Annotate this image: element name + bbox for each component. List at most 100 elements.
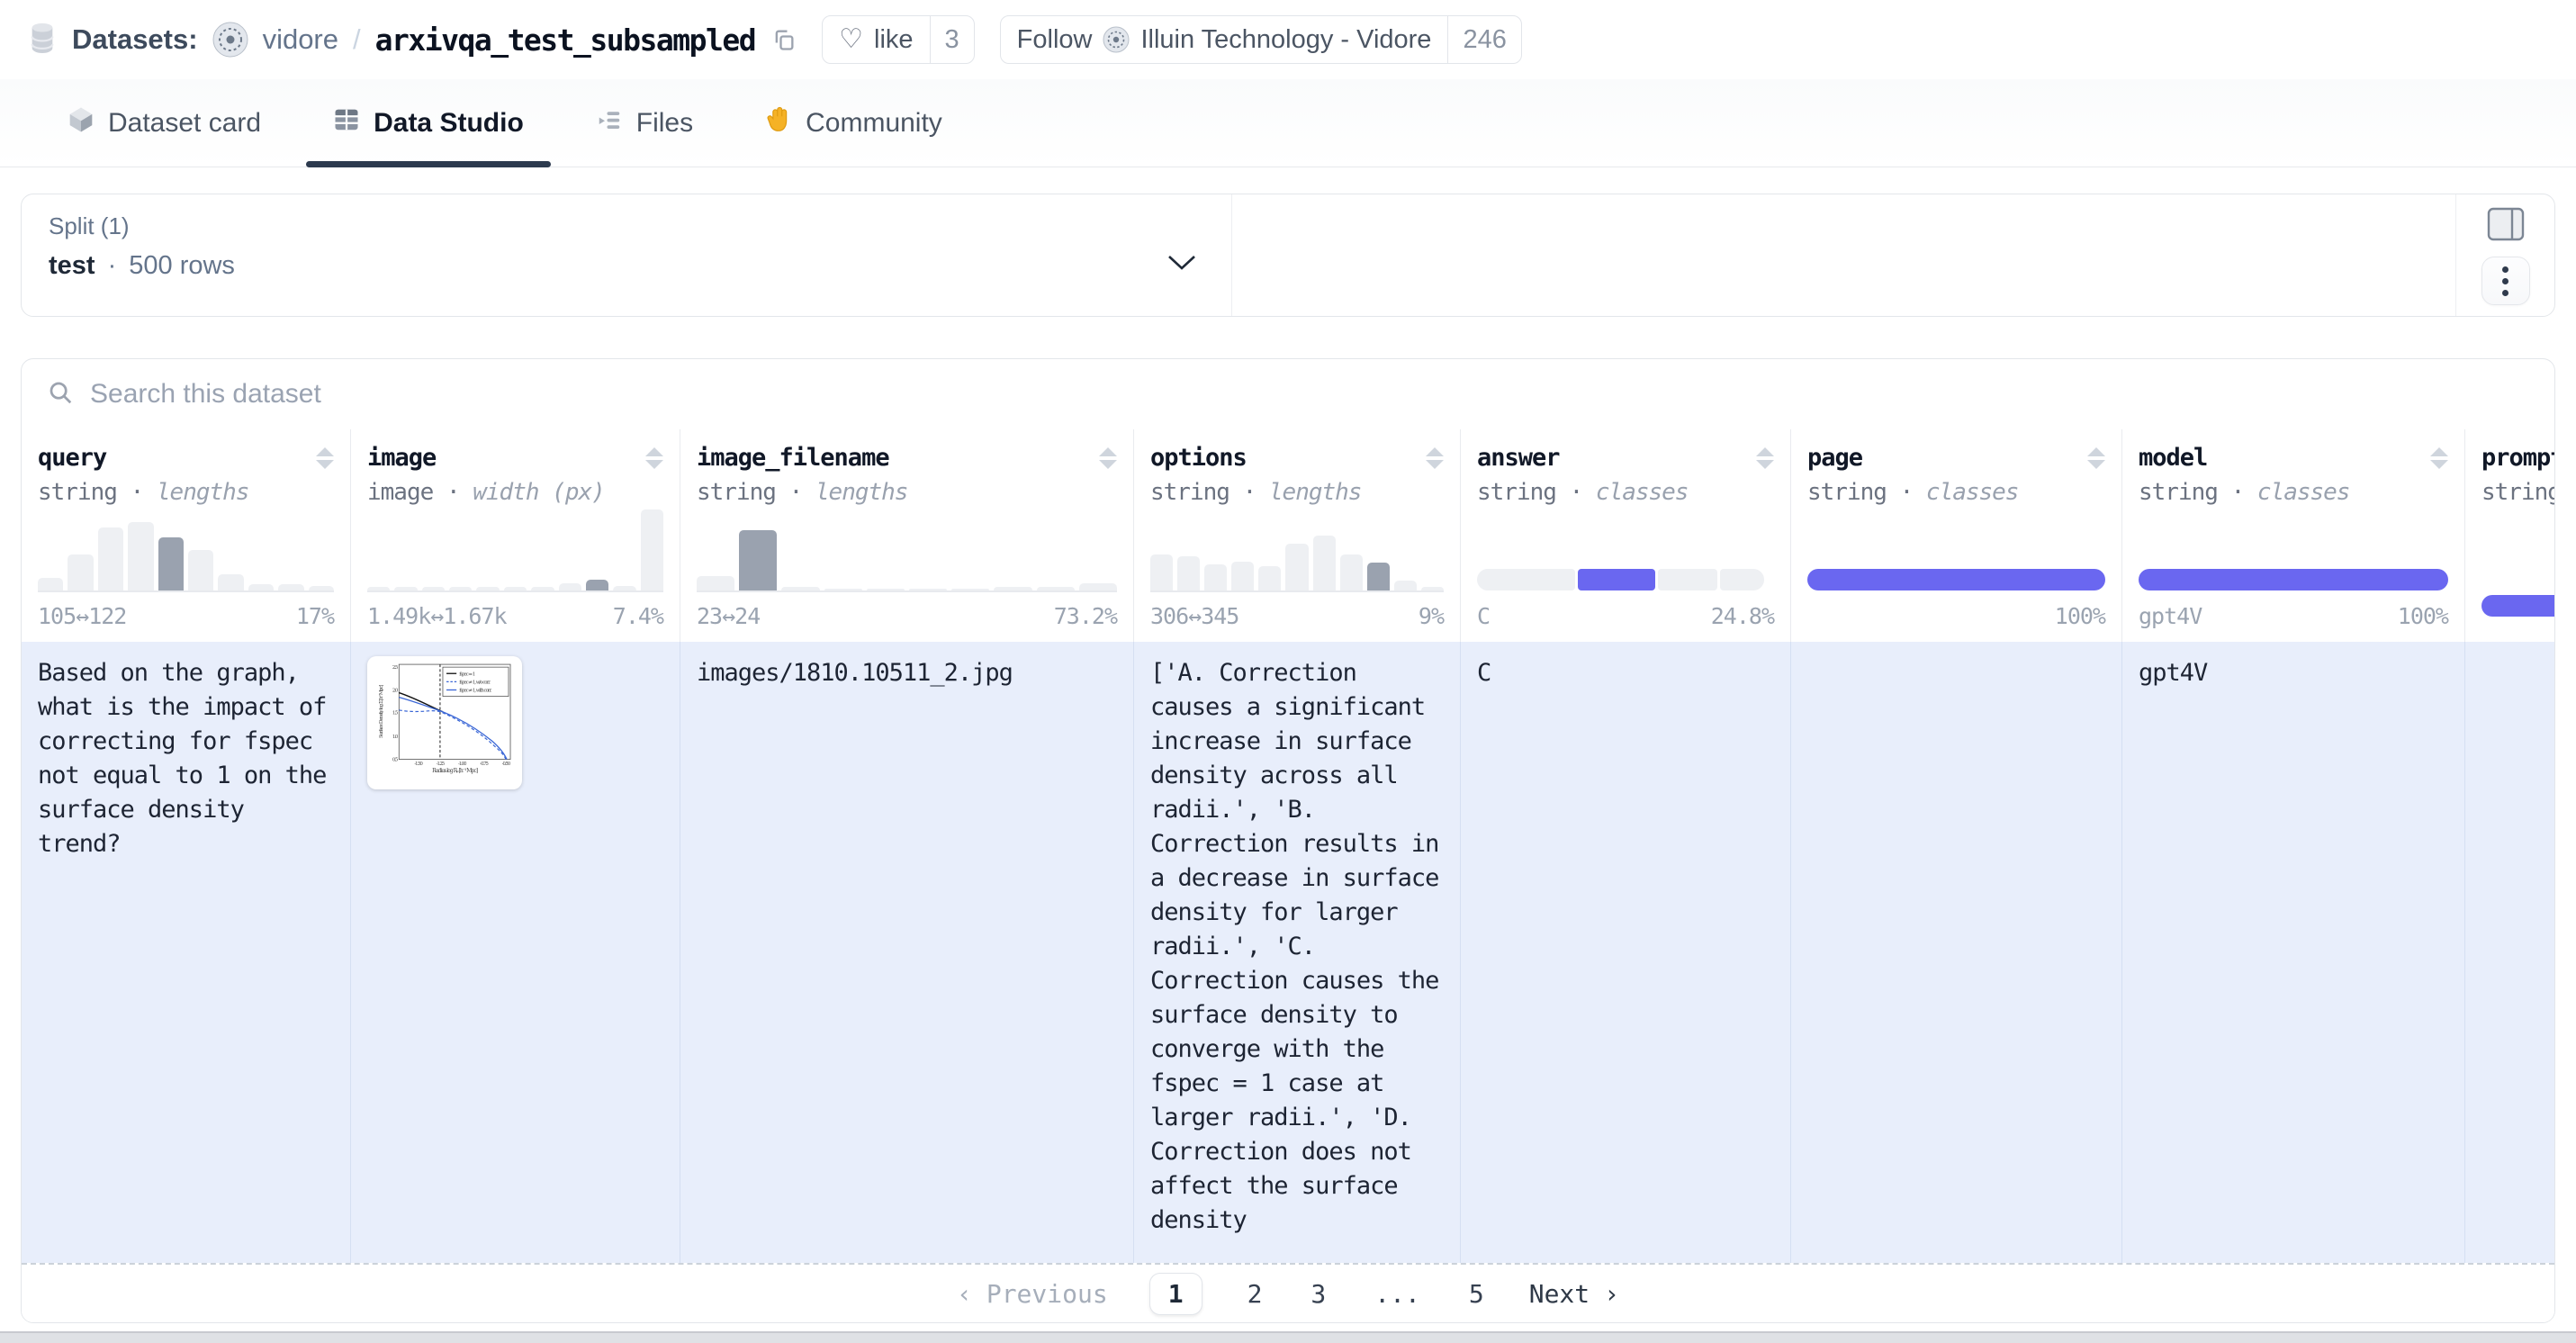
side-panel-toggle-icon[interactable] [2487, 207, 2525, 246]
like-button[interactable]: ♡ like 3 [822, 15, 975, 64]
histogram-options[interactable] [1150, 509, 1444, 592]
page-button-1[interactable]: 1 [1149, 1273, 1202, 1315]
repo-name: arxivqa_test_subsampled [375, 23, 755, 58]
thumb-legend-3: fspec ≠ 1, with corr. [459, 689, 491, 694]
org-avatar[interactable] [212, 22, 248, 58]
follow-button[interactable]: Follow Illuin Technology - Vidore 246 [1000, 15, 1522, 64]
split-selector[interactable]: Split (1) test · 500 rows [22, 194, 1232, 316]
page-ellipsis: ... [1371, 1274, 1424, 1314]
next-page-button[interactable]: Next › [1529, 1279, 1619, 1309]
classes-bar-model[interactable] [2139, 569, 2448, 590]
page-button-3[interactable]: 3 [1307, 1274, 1329, 1314]
class-percent: 100% [2398, 603, 2448, 629]
sort-arrows[interactable] [645, 447, 663, 469]
viewer-tools [2455, 194, 2554, 316]
more-options-button[interactable] [2481, 257, 2530, 305]
cell-answer: C [1460, 642, 1790, 1263]
dataset-viewer: query string · lengths 105↔12217% image … [21, 358, 2555, 1323]
svg-text:-0.50: -0.50 [502, 762, 510, 767]
pagination: ‹ Previous 1 2 3... 5 Next › [22, 1263, 2554, 1322]
thumb-ylabel: Surface Density log Σ [h² Mpc] [378, 685, 384, 738]
org-link[interactable]: vidore [263, 23, 338, 56]
column-stat-kind: lengths [157, 479, 249, 506]
page-number-list: 1 2 3... 5 [1149, 1273, 1488, 1315]
column-name: options [1150, 444, 1247, 472]
classes-bar-prompt[interactable] [2481, 595, 2555, 617]
column-name: page [1807, 444, 1862, 472]
tab-dataset-card[interactable]: Dataset card [41, 79, 288, 167]
bin-percent: 73.2% [1054, 603, 1117, 629]
classes-bar-page[interactable] [1807, 569, 2105, 590]
copy-icon[interactable] [771, 27, 797, 52]
top-class-label: C [1477, 603, 1490, 629]
row-image-thumbnail[interactable]: fspec = 1 fspec ≠ 1, w/o corr. fspec ≠ 1… [367, 656, 522, 789]
community-hand-icon [765, 105, 792, 141]
sort-arrows[interactable] [2430, 447, 2448, 469]
column-name: answer [1477, 444, 1560, 472]
table-row[interactable]: Based on the graph, what is the impact o… [22, 642, 2554, 1263]
tab-files[interactable]: Files [569, 79, 720, 167]
cell-page [1790, 642, 2121, 1263]
cell-query: Based on the graph, what is the impact o… [22, 642, 350, 1263]
sort-arrows[interactable] [1099, 447, 1117, 469]
search-bar [22, 359, 2554, 429]
bin-range: 105↔122 [38, 603, 126, 629]
cell-prompt [2464, 642, 2555, 1263]
column-header-image[interactable]: image image · width (px) 1.49k↔1.67k7.4% [350, 429, 680, 642]
bin-percent: 9% [1419, 603, 1444, 629]
sort-arrows[interactable] [2087, 447, 2105, 469]
page-button-5[interactable]: 5 [1465, 1274, 1488, 1314]
column-header-query[interactable]: query string · lengths 105↔12217% [22, 429, 350, 642]
chevron-left-icon: ‹ [957, 1279, 972, 1309]
class-percent: 24.8% [1711, 603, 1774, 629]
svg-text:0.5: 0.5 [392, 757, 398, 762]
horizontal-scrollbar[interactable] [0, 1331, 2576, 1343]
column-header-options[interactable]: options string · lengths 306↔3459% [1133, 429, 1460, 642]
sort-arrows[interactable] [1756, 447, 1774, 469]
split-row-count: 500 rows [129, 251, 235, 281]
column-type: string [38, 479, 117, 506]
column-name: prompt [2481, 444, 2555, 472]
svg-text:-1.00: -1.00 [458, 762, 466, 767]
tab-label: Community [806, 108, 942, 139]
column-header-image-filename[interactable]: image_filename string · lengths 23↔2473.… [680, 429, 1133, 642]
sort-arrows[interactable] [316, 447, 334, 469]
like-count[interactable]: 3 [930, 16, 974, 63]
page-header: Datasets: vidore / arxivqa_test_subsampl… [0, 0, 2576, 79]
column-header-prompt[interactable]: prompt string [2464, 429, 2555, 642]
column-name: query [38, 444, 106, 472]
table-header-row: query string · lengths 105↔12217% image … [22, 429, 2554, 642]
chevron-right-icon: › [1604, 1279, 1619, 1309]
column-name: image_filename [697, 444, 889, 472]
sort-arrows[interactable] [1426, 447, 1444, 469]
follow-org-avatar [1103, 26, 1130, 53]
histogram-query[interactable] [38, 509, 334, 592]
histogram-image-filename[interactable] [697, 509, 1117, 592]
split-separator: · [108, 251, 117, 281]
column-header-page[interactable]: page string · classes 100% [1790, 429, 2121, 642]
split-panel: Split (1) test · 500 rows [21, 194, 2555, 317]
page-button-2[interactable]: 2 [1244, 1274, 1266, 1314]
column-header-answer[interactable]: answer string · classes C24.8% [1460, 429, 1790, 642]
search-input[interactable] [90, 379, 2529, 410]
datasets-label: Datasets: [72, 23, 198, 56]
cell-options: ['A. Correction causes a significant inc… [1133, 642, 1460, 1263]
previous-page-button[interactable]: ‹ Previous [957, 1279, 1108, 1309]
tab-label: Dataset card [108, 108, 261, 139]
histogram-image-width[interactable] [367, 509, 663, 592]
svg-text:-1.25: -1.25 [437, 762, 445, 767]
chevron-down-icon [1166, 254, 1197, 276]
cell-image: fspec = 1 fspec ≠ 1, w/o corr. fspec ≠ 1… [350, 642, 680, 1263]
classes-bar-answer[interactable] [1477, 569, 1774, 590]
bin-percent: 7.4% [613, 603, 663, 629]
datasets-db-icon [27, 21, 58, 59]
tab-community[interactable]: Community [738, 79, 969, 167]
thumb-xlabel: Radius log Rₚ [h⁻¹ Mpc] [432, 768, 478, 774]
tab-data-studio[interactable]: Data Studio [306, 79, 551, 167]
bin-range: 1.49k↔1.67k [367, 603, 507, 629]
svg-text:1.0: 1.0 [392, 735, 398, 740]
column-header-model[interactable]: model string · classes gpt4V100% [2121, 429, 2464, 642]
data-studio-icon [333, 106, 360, 140]
class-percent: 100% [2055, 603, 2105, 629]
svg-text:1.5: 1.5 [392, 711, 398, 717]
